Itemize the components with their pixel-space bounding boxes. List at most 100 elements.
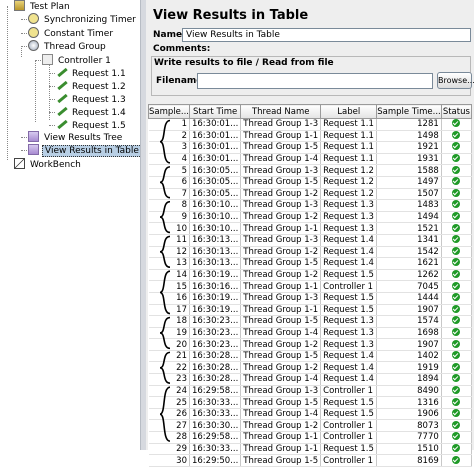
tree-node[interactable]: WorkBench — [14, 158, 83, 171]
table-row[interactable]: 2 16:30:01... Thread Group 1-1 Request 1.1 1… — [148, 130, 473, 143]
table-row[interactable]: 24 16:29:58... Thread Group 1-3 Controller … — [148, 385, 473, 398]
start-time-cell: 16:30:01... — [189, 118, 242, 131]
table-row[interactable]: 17 16:30:19... Thread Group 1-1 Request 1.5… — [148, 304, 473, 317]
table-row[interactable]: 1 16:30:01... Thread Group 1-3 Request 1.1 1… — [148, 118, 473, 131]
success-check-icon — [452, 420, 461, 429]
tree-node-label: Constant Timer — [44, 29, 114, 39]
table-row[interactable]: 5 16:30:05... Thread Group 1-3 Request 1.2 1… — [148, 164, 473, 177]
table-row[interactable]: 14 16:30:19... Thread Group 1-2 Request 1.5… — [148, 269, 473, 282]
tree-node[interactable]: View Results Tree — [28, 131, 124, 144]
filename-field[interactable] — [197, 73, 433, 89]
tree-connector-line — [49, 99, 55, 100]
label-cell: Controller 1 — [320, 419, 378, 433]
sample-time-cell: 1262 — [376, 269, 442, 282]
table-row[interactable]: 9 16:30:10... Thread Group 1-2 Request 1.3 1… — [148, 211, 473, 224]
success-check-icon — [452, 432, 461, 441]
table-row[interactable]: 21 16:30:28... Thread Group 1-5 Request 1.4… — [148, 350, 473, 363]
label-cell: Request 1.4 — [320, 257, 378, 270]
success-check-icon — [452, 200, 461, 209]
comments-field[interactable] — [206, 42, 471, 56]
sampler-icon — [56, 106, 67, 117]
column-header[interactable]: Label — [320, 104, 378, 119]
table-row[interactable]: 12 16:30:13... Thread Group 1-2 Request 1.4… — [148, 246, 473, 259]
browse-button[interactable]: Browse... — [437, 72, 474, 89]
table-row[interactable]: 28 16:29:58... Thread Group 1-1 Controller … — [148, 431, 473, 444]
tree-node[interactable]: Controller 1 — [42, 54, 113, 67]
tree-connector-line — [21, 48, 22, 57]
table-row[interactable]: 20 16:30:23... Thread Group 1-2 Request 1.3… — [148, 338, 473, 351]
sample-time-cell: 7770 — [376, 431, 442, 444]
name-label: Name: — [153, 30, 186, 40]
table-row[interactable]: 16 16:30:19... Thread Group 1-3 Request 1.5… — [148, 292, 473, 305]
thread-name-cell: Thread Group 1-3 — [240, 118, 322, 131]
table-row[interactable]: 6 16:30:05... Thread Group 1-5 Request 1.2 1… — [148, 176, 473, 189]
table-row[interactable]: 7 16:30:05... Thread Group 1-2 Request 1.2 1… — [148, 188, 473, 201]
success-check-icon — [452, 212, 461, 221]
start-time-cell: 16:30:16... — [189, 280, 242, 293]
table-row[interactable]: 10 16:30:10... Thread Group 1-1 Request 1.3… — [148, 222, 473, 235]
label-cell: Request 1.4 — [320, 234, 378, 247]
success-check-icon — [452, 327, 461, 336]
sample-number-cell: 15 — [148, 280, 190, 293]
sample-number-cell: 8 — [148, 199, 190, 212]
start-time-cell: 16:30:05... — [189, 164, 242, 177]
table-row[interactable]: 19 16:30:23... Thread Group 1-4 Request 1.3… — [148, 327, 473, 340]
tree-node[interactable]: Request 1.4 — [56, 106, 128, 119]
sample-number-cell: 19 — [148, 327, 190, 340]
tree-node[interactable]: Test Plan — [14, 0, 72, 13]
table-row[interactable]: 18 16:30:23... Thread Group 1-5 Request 1.3… — [148, 315, 473, 328]
table-row[interactable]: 30 16:29:50... Thread Group 1-5 Controller … — [148, 454, 473, 467]
start-time-cell: 16:30:10... — [189, 222, 242, 235]
start-time-cell: 16:30:13... — [189, 257, 242, 270]
sampler-icon — [56, 93, 67, 104]
table-row[interactable]: 25 16:30:33... Thread Group 1-5 Request 1.5… — [148, 396, 473, 409]
tree-node[interactable]: Request 1.1 — [56, 67, 128, 80]
success-check-icon — [452, 316, 461, 325]
sample-number-cell: 14 — [148, 269, 190, 282]
success-check-icon — [452, 281, 461, 290]
sample-time-cell: 1494 — [376, 211, 442, 224]
table-row[interactable]: 23 16:30:28... Thread Group 1-4 Request 1.4… — [148, 373, 473, 386]
sample-number-cell: 21 — [148, 350, 190, 363]
sample-time-cell: 1316 — [376, 396, 442, 409]
start-time-cell: 16:30:30... — [189, 419, 242, 433]
table-row[interactable]: 13 16:30:13... Thread Group 1-5 Request 1.4… — [148, 257, 473, 270]
start-time-cell: 16:30:13... — [189, 234, 242, 247]
column-header[interactable]: Start Time — [188, 104, 242, 119]
column-header[interactable]: Sample... — [148, 104, 190, 119]
tree-node-label: Request 1.4 — [72, 108, 126, 118]
column-header[interactable]: Status — [440, 104, 473, 119]
name-field[interactable]: View Results in Table — [182, 28, 471, 42]
tree-node[interactable]: Thread Group — [28, 40, 108, 53]
table-row[interactable]: 11 16:30:13... Thread Group 1-3 Request 1.4… — [148, 234, 473, 247]
status-cell — [441, 280, 473, 293]
thread-name-cell: Thread Group 1-1 — [240, 443, 322, 456]
table-row[interactable]: 26 16:30:33... Thread Group 1-4 Request 1.5… — [148, 408, 473, 421]
table-row[interactable]: 27 16:30:30... Thread Group 1-2 Controller … — [148, 419, 473, 433]
start-time-cell: 16:30:05... — [189, 188, 242, 201]
tree-node[interactable]: Synchronizing Timer — [28, 13, 138, 26]
tree-node-label: View Results Tree — [44, 133, 123, 143]
status-cell — [441, 338, 473, 351]
table-row[interactable]: 4 16:30:01... Thread Group 1-4 Request 1.1 1… — [148, 153, 473, 166]
tree-node[interactable]: Request 1.3 — [56, 93, 128, 106]
table-row[interactable]: 8 16:30:10... Thread Group 1-3 Request 1.3 1… — [148, 199, 473, 212]
column-header[interactable]: Thread Name — [240, 104, 322, 119]
table-row[interactable]: 29 16:30:33... Thread Group 1-1 Request 1.5… — [148, 443, 473, 456]
label-cell: Request 1.2 — [320, 176, 378, 189]
label-cell: Request 1.5 — [320, 443, 378, 456]
thread-name-cell: Thread Group 1-2 — [240, 338, 322, 351]
column-header[interactable]: Sample Time... — [376, 104, 442, 119]
sample-time-cell: 1521 — [376, 222, 442, 235]
timer-icon — [28, 13, 39, 24]
thread-name-cell: Thread Group 1-4 — [240, 408, 322, 421]
table-row[interactable]: 3 16:30:01... Thread Group 1-5 Request 1.1 1… — [148, 141, 473, 154]
start-time-cell: 16:30:01... — [189, 153, 242, 166]
table-row[interactable]: 15 16:30:16... Thread Group 1-1 Controller … — [148, 280, 473, 293]
sample-number-cell: 3 — [148, 141, 190, 154]
tree-node[interactable]: Request 1.2 — [56, 80, 128, 93]
tree-node[interactable]: Constant Timer — [28, 27, 115, 40]
test-plan-tree[interactable]: Test Plan Synchronizing Timer Constant Tim… — [0, 0, 142, 450]
table-row[interactable]: 22 16:30:28... Thread Group 1-2 Request 1.4… — [148, 361, 473, 375]
tree-node[interactable]: View Results in Table — [28, 144, 142, 157]
